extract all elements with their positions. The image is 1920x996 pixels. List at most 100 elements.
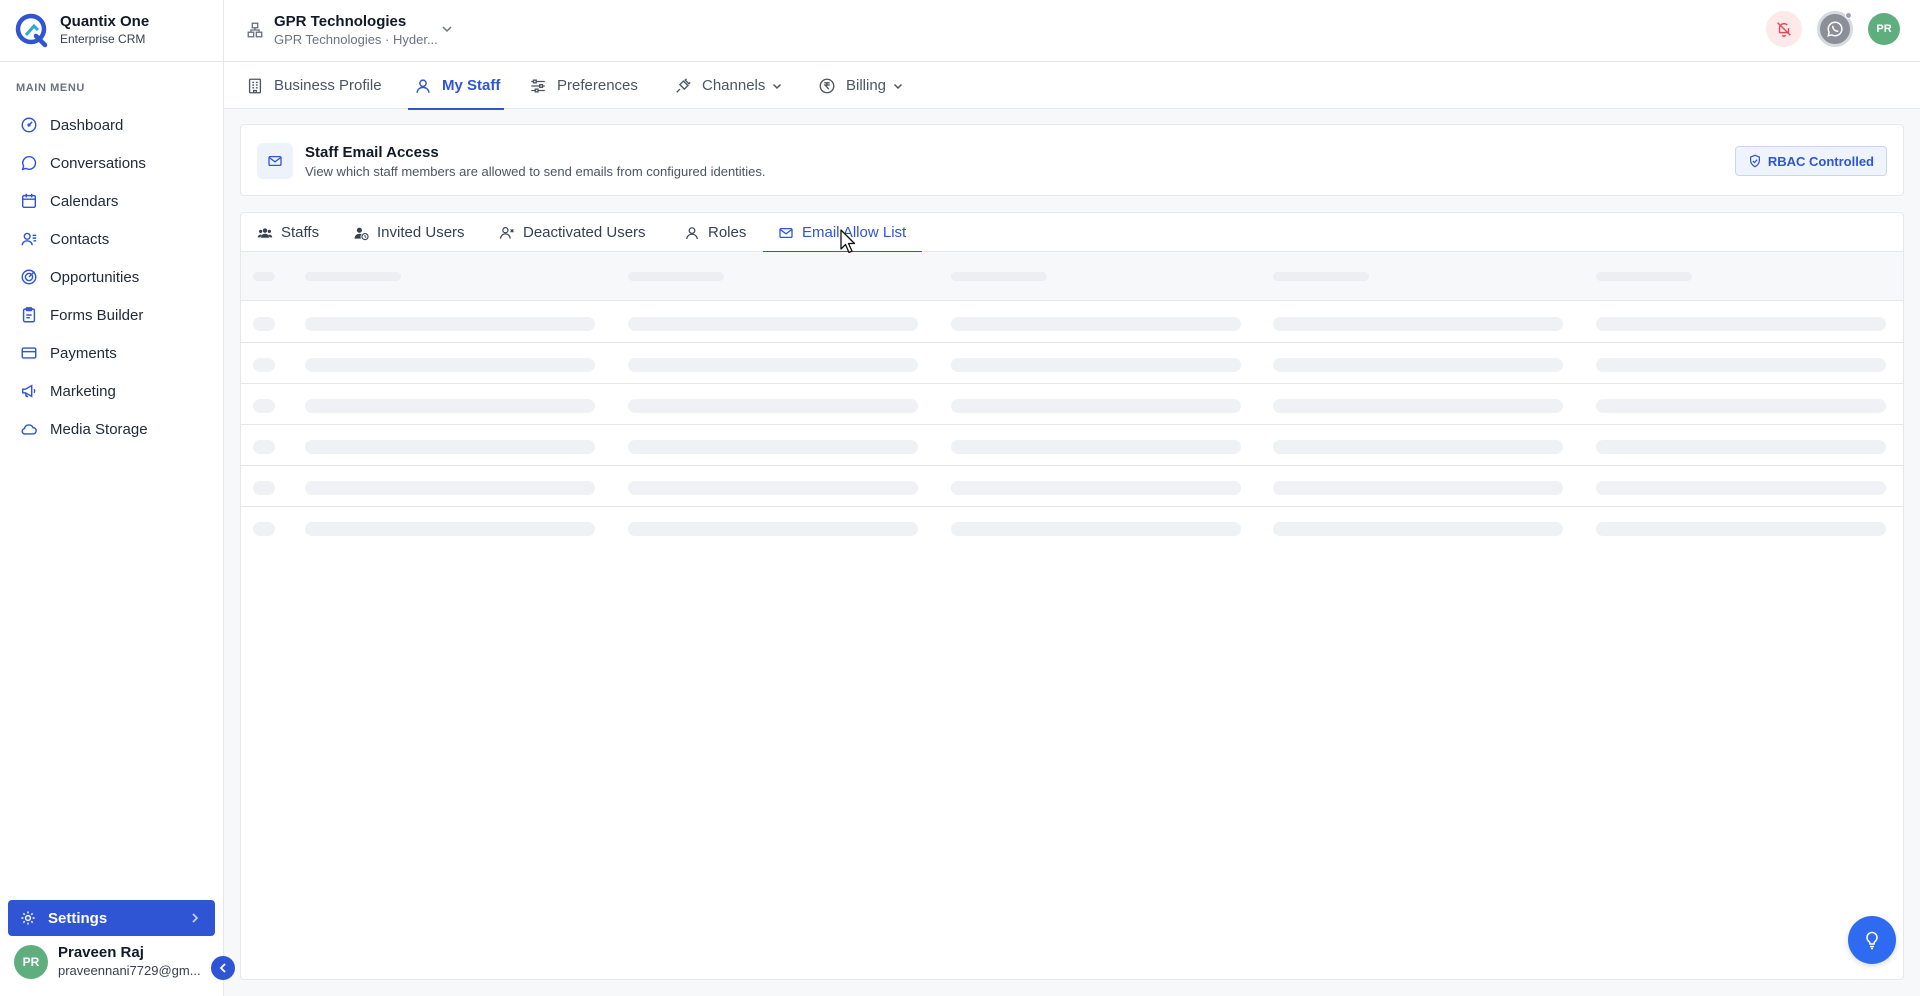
organization-name: GPR Technologies bbox=[274, 13, 407, 30]
skeleton-bar bbox=[1596, 481, 1886, 495]
organization-location: GPR Technologies · Hyder... bbox=[274, 32, 438, 47]
user-x-icon bbox=[500, 226, 514, 239]
skeleton-bar bbox=[628, 317, 918, 331]
staff-tabs: Staffs Invited Users Deactivated Users R… bbox=[241, 213, 1903, 253]
table-row bbox=[241, 384, 1903, 425]
clipboard-icon bbox=[22, 307, 36, 323]
skeleton-bar bbox=[1273, 440, 1563, 454]
tab-label: Invited Users bbox=[377, 224, 465, 241]
tab-billing[interactable]: Billing bbox=[818, 62, 904, 109]
user-name: Praveen Raj bbox=[58, 944, 144, 961]
sidebar-item-dashboard[interactable]: Dashboard bbox=[8, 106, 216, 144]
settings-label: Settings bbox=[48, 909, 108, 927]
tab-channels[interactable]: Channels bbox=[674, 62, 783, 109]
table-header-skeleton bbox=[241, 252, 1903, 301]
skeleton-bar bbox=[628, 440, 918, 454]
skeleton-bar bbox=[305, 317, 595, 331]
credit-card-icon bbox=[21, 347, 37, 359]
sidebar-item-opportunities[interactable]: Opportunities bbox=[8, 258, 216, 296]
table-row bbox=[241, 507, 1903, 548]
sidebar-item-media-storage[interactable]: Media Storage bbox=[8, 410, 216, 448]
notifications-button[interactable] bbox=[1766, 11, 1802, 47]
skeleton-bar bbox=[305, 522, 595, 536]
users-icon bbox=[257, 227, 273, 238]
sidebar-item-label: Payments bbox=[50, 344, 117, 362]
help-button[interactable] bbox=[1848, 916, 1896, 964]
sliders-icon bbox=[531, 78, 545, 93]
skeleton-bar bbox=[253, 399, 275, 413]
tab-label: Deactivated Users bbox=[523, 224, 646, 241]
skeleton-bar bbox=[1596, 317, 1886, 331]
sidebar-item-forms-builder[interactable]: Forms Builder bbox=[8, 296, 216, 334]
table-row bbox=[241, 302, 1903, 343]
calendar-icon bbox=[21, 193, 37, 209]
brand-name: Quantix One bbox=[60, 13, 150, 30]
chevron-right-icon bbox=[192, 913, 199, 923]
avatar[interactable]: PR bbox=[1868, 13, 1900, 45]
chevron-down-icon bbox=[773, 83, 782, 89]
sidebar-item-marketing[interactable]: Marketing bbox=[8, 372, 216, 410]
user-email: praveennani7729@gm... bbox=[58, 963, 201, 978]
sidebar-item-label: Media Storage bbox=[50, 420, 148, 438]
sidebar-item-label: Conversations bbox=[50, 154, 146, 172]
tab-deactivated-users[interactable]: Deactivated Users bbox=[499, 213, 646, 252]
skeleton-bar bbox=[951, 272, 1047, 281]
skeleton-bar bbox=[1273, 317, 1563, 331]
skeleton-bar bbox=[253, 272, 275, 281]
tab-label: Preferences bbox=[557, 77, 638, 94]
organization-switcher[interactable]: GPR Technologies GPR Technologies · Hyde… bbox=[246, 12, 438, 48]
status-badge: RBAC Controlled bbox=[1734, 146, 1887, 176]
skeleton-bar bbox=[253, 522, 275, 536]
tab-invited-users[interactable]: Invited Users bbox=[353, 213, 465, 252]
skeleton-bar bbox=[1596, 272, 1692, 281]
page-description: View which staff members are allowed to … bbox=[305, 164, 766, 179]
sidebar-item-calendars[interactable]: Calendars bbox=[8, 182, 216, 220]
skeleton-bar bbox=[253, 317, 275, 331]
sidebar-item-conversations[interactable]: Conversations bbox=[8, 144, 216, 182]
skeleton-bar bbox=[951, 481, 1241, 495]
tab-business-profile[interactable]: Business Profile bbox=[246, 62, 382, 109]
tab-preferences[interactable]: Preferences bbox=[529, 62, 638, 109]
tab-staffs[interactable]: Staffs bbox=[257, 213, 319, 252]
brand[interactable]: Quantix One Enterprise CRM bbox=[14, 12, 149, 48]
skeleton-bar bbox=[951, 399, 1241, 413]
skeleton-bar bbox=[305, 399, 595, 413]
settings-button[interactable]: Settings bbox=[8, 900, 215, 936]
lightbulb-icon bbox=[1866, 931, 1878, 950]
skeleton-bar bbox=[628, 399, 918, 413]
skeleton-bar bbox=[1273, 358, 1563, 372]
skeleton-bar bbox=[951, 358, 1241, 372]
skeleton-bar bbox=[628, 272, 724, 281]
skeleton-bar bbox=[1273, 399, 1563, 413]
whatsapp-button[interactable] bbox=[1817, 11, 1853, 47]
mail-icon bbox=[779, 227, 793, 238]
plug-icon bbox=[676, 77, 691, 93]
menu-heading: MAIN MENU bbox=[16, 82, 85, 94]
chevron-down-icon bbox=[894, 83, 903, 89]
sidebar: Quantix One Enterprise CRM MAIN MENU Das… bbox=[0, 0, 224, 996]
skeleton-bar bbox=[1596, 440, 1886, 454]
staff-table-card: Staffs Invited Users Deactivated Users R… bbox=[240, 212, 1904, 980]
skeleton-bar bbox=[253, 440, 275, 454]
skeleton-bar bbox=[628, 358, 918, 372]
sidebar-item-contacts[interactable]: Contacts bbox=[8, 220, 216, 258]
skeleton-bar bbox=[951, 440, 1241, 454]
tab-label: Roles bbox=[708, 224, 747, 241]
brand-subtitle: Enterprise CRM bbox=[60, 32, 146, 46]
target-icon bbox=[21, 269, 37, 285]
chevron-down-icon[interactable] bbox=[440, 22, 454, 36]
divider bbox=[0, 61, 224, 62]
tab-label: Billing bbox=[846, 77, 887, 94]
user-profile[interactable]: PR Praveen Raj praveennani7729@gm... bbox=[14, 944, 202, 979]
collapse-sidebar-button[interactable] bbox=[211, 956, 235, 980]
building-icon bbox=[247, 22, 263, 38]
skeleton-bar bbox=[253, 481, 275, 495]
user-clock-icon bbox=[354, 227, 369, 240]
logo-icon bbox=[15, 13, 48, 48]
tab-my-staff[interactable]: My Staff bbox=[407, 62, 505, 110]
skeleton-bar bbox=[1273, 522, 1563, 536]
tab-roles[interactable]: Roles bbox=[684, 213, 746, 252]
tab-email-allow-list[interactable]: Email Allow List bbox=[762, 213, 923, 253]
sidebar-item-payments[interactable]: Payments bbox=[8, 334, 216, 372]
top-bar: GPR Technologies GPR Technologies · Hyde… bbox=[224, 0, 1920, 62]
